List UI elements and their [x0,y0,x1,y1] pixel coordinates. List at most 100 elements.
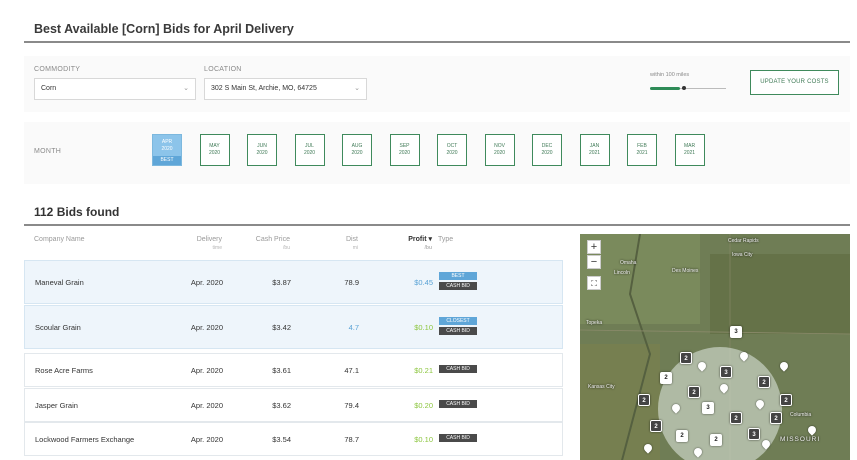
col-dist[interactable]: Dist mi [340,235,358,253]
cell-delivery: Apr. 2020 [190,434,223,444]
month-year: 2021 [636,150,648,156]
bids-page: Best Available [Corn] Bids for April Del… [24,8,850,460]
type-tags: CASH BID [439,389,477,421]
map-cluster-marker[interactable]: 2 [638,394,650,406]
page-title: Best Available [Corn] Bids for April Del… [34,22,294,36]
cash-bid-badge: CASH BID [439,365,477,373]
month-button-nov[interactable]: NOV 2020 [484,134,515,166]
month-button-oct[interactable]: OCT 2020 [437,134,467,166]
results-divider [24,224,850,226]
cell-profit: $0.20 [414,400,433,410]
update-costs-button[interactable]: UPDATE YOUR COSTS [750,70,839,95]
cell-cash: $3.62 [272,400,291,410]
cash-bid-badge: CASH BID [439,282,477,290]
cell-dist: 78.9 [344,277,359,287]
col-type[interactable]: Type [438,235,453,244]
map-cluster-marker[interactable]: 3 [730,326,742,338]
map-cluster-marker[interactable]: 2 [710,434,722,446]
map-cluster-marker[interactable]: 2 [680,352,692,364]
chevron-down-icon: ⌄ [354,85,360,92]
month-name: JAN [589,143,600,149]
map-cluster-marker[interactable]: 2 [660,372,672,384]
map-cluster-marker[interactable]: 3 [702,402,714,414]
month-name: SEP [399,143,410,149]
slider-fill [650,87,681,90]
cell-cash: $3.54 [272,434,291,444]
month-name: AUG [351,143,363,149]
map-cluster-marker[interactable]: 2 [770,412,782,424]
cell-company: Scoular Grain [35,322,81,332]
month-button-sep[interactable]: SEP 2020 [389,134,420,166]
col-profit[interactable]: Profit ▾ /bu [402,235,432,253]
col-company[interactable]: Company Name [34,235,85,244]
cell-cash: $3.87 [272,277,291,287]
table-row[interactable]: Rose Acre Farms Apr. 2020 $3.61 47.1 $0.21 CA… [24,353,563,387]
cell-cash: $3.61 [272,365,291,375]
zoom-in-button[interactable]: + [587,240,601,254]
col-cash-price[interactable]: Cash Price /bu [252,235,290,253]
month-year: 2020 [161,146,173,152]
location-value: 302 S Main St, Archie, MO, 64725 [211,85,317,92]
location-label: LOCATION [204,66,242,73]
cell-delivery: Apr. 2020 [190,365,223,375]
month-year: 2021 [683,150,696,156]
cell-delivery: Apr. 2020 [190,277,223,287]
closest-badge: CLOSEST [439,317,477,325]
cash-bid-badge: CASH BID [439,327,477,335]
month-name: NOV [494,143,505,149]
col-delivery-unit: time [212,245,222,251]
map-cluster-marker[interactable]: 3 [748,428,760,440]
chevron-down-icon: ⌄ [183,85,189,92]
month-year: 2020 [446,150,458,156]
month-name: OCT [446,143,458,149]
map-cluster-marker[interactable]: 2 [650,420,662,432]
map-label: Omaha [620,260,637,266]
col-profit-label: Profit ▾ [408,236,432,243]
map-cluster-marker[interactable]: 2 [676,430,688,442]
fullscreen-icon[interactable]: ⛶ [587,276,601,290]
cell-dist: 47.1 [344,365,359,375]
map-cluster-marker[interactable]: 2 [730,412,742,424]
col-delivery[interactable]: Delivery time [192,235,222,253]
radius-text: within 100 miles [650,72,690,78]
month-button-mar[interactable]: MAR 2021 [674,134,705,166]
location-select[interactable]: 302 S Main St, Archie, MO, 64725 ⌄ [204,78,367,100]
commodity-value: Corn [41,85,57,92]
month-year: 2020 [398,150,411,156]
month-button-apr[interactable]: APR 2020 BEST [152,134,182,166]
type-tags: CLOSEST CASH BID [439,306,477,348]
type-tags: CASH BID [439,354,477,386]
table-row[interactable]: Maneval Grain Apr. 2020 $3.87 78.9 $0.45 BEST… [24,260,563,304]
month-button-jul[interactable]: JUL 2020 [294,134,325,166]
map-label: Kansas City [588,384,615,390]
col-dist-label: Dist [345,236,358,243]
month-button-dec[interactable]: DEC 2020 [532,134,562,166]
best-month-badge: BEST [153,156,181,165]
map-cluster-marker[interactable]: 3 [720,366,732,378]
zoom-out-button[interactable]: − [587,255,601,269]
bids-map[interactable]: + − ⛶ Cedar Rapids Iowa City Omaha Linco… [580,234,850,460]
month-button-jan[interactable]: JAN 2021 [579,134,610,166]
month-year: 2020 [351,150,363,156]
cell-delivery: Apr. 2020 [190,322,223,332]
cell-profit: $0.45 [414,277,433,287]
month-name: MAR [683,143,696,149]
month-button-aug[interactable]: AUG 2020 [342,134,372,166]
map-cluster-marker[interactable]: 2 [780,394,792,406]
month-year: 2020 [303,150,316,156]
month-button-feb[interactable]: FEB 2021 [627,134,657,166]
map-cluster-marker[interactable]: 2 [688,386,700,398]
table-row[interactable]: Jasper Grain Apr. 2020 $3.62 79.4 $0.20 CASH … [24,388,563,422]
month-button-jun[interactable]: JUN 2020 [247,134,277,166]
type-tags: CASH BID [439,423,477,455]
col-cash-label: Cash Price [255,236,290,243]
bids-count: 112 Bids found [34,205,120,219]
map-cluster-marker[interactable]: 2 [758,376,770,388]
table-row[interactable]: Scoular Grain Apr. 2020 $3.42 4.7 $0.10 CLOSE… [24,305,563,349]
month-name: JUL [305,143,314,149]
month-button-may[interactable]: MAY 2020 [199,134,230,166]
commodity-select[interactable]: Corn ⌄ [34,78,196,100]
month-name: MAY [209,143,220,149]
cell-dist: 78.7 [344,434,359,444]
table-row[interactable]: Lockwood Farmers Exchange Apr. 2020 $3.54 7… [24,422,563,456]
